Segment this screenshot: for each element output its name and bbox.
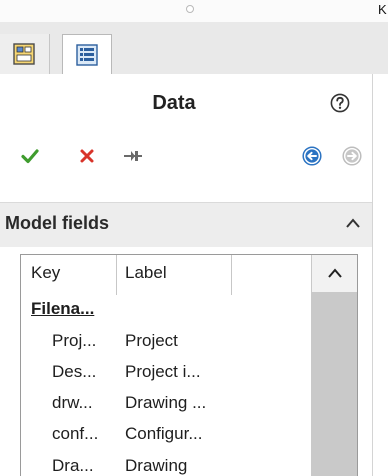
cell-label: Drawing bbox=[125, 456, 188, 475]
table-row[interactable]: drw... Drawing ... bbox=[21, 393, 311, 423]
table-row[interactable]: Des... Project i... bbox=[21, 362, 311, 392]
arrow-left-icon bbox=[302, 146, 322, 166]
panel-title: Data bbox=[152, 92, 196, 114]
arrow-right-icon bbox=[342, 146, 362, 166]
group-row[interactable]: Filena... bbox=[21, 299, 311, 329]
tab-properties[interactable] bbox=[0, 34, 50, 74]
table-row[interactable]: Proj... Project bbox=[21, 331, 311, 361]
cell-key: drw... bbox=[52, 393, 93, 412]
scroll-up-button[interactable] bbox=[311, 255, 357, 292]
panel-right-edge bbox=[372, 74, 388, 476]
properties-tab-icon bbox=[13, 43, 35, 65]
back-button[interactable] bbox=[302, 146, 324, 168]
model-fields-grid: Key Label Filena... Proj... Project Des.… bbox=[20, 254, 358, 476]
table-row[interactable]: Dra... Drawing bbox=[21, 456, 311, 476]
cell-label: Project i... bbox=[125, 362, 201, 381]
group-key: Filena... bbox=[31, 299, 95, 318]
close-icon bbox=[80, 149, 94, 163]
vertical-scrollbar[interactable] bbox=[311, 255, 357, 476]
cell-key: Proj... bbox=[52, 331, 97, 350]
ok-button[interactable] bbox=[20, 146, 42, 168]
tab-bar bbox=[0, 22, 388, 75]
grid-header: Key Label bbox=[21, 255, 311, 293]
cell-label: Project bbox=[125, 331, 178, 350]
section-title: Model fields bbox=[5, 213, 110, 233]
data-list-tab-icon bbox=[76, 44, 98, 66]
cell-label: Configur... bbox=[125, 424, 203, 443]
help-icon[interactable] bbox=[330, 93, 350, 113]
table-row[interactable]: conf... Configur... bbox=[21, 424, 311, 454]
column-divider[interactable] bbox=[231, 255, 232, 295]
tab-data[interactable] bbox=[62, 34, 112, 75]
splitter-grip-icon[interactable] bbox=[186, 5, 194, 13]
window-edge-glyph: K bbox=[378, 2, 387, 17]
cancel-button[interactable] bbox=[77, 146, 99, 168]
pin-button[interactable] bbox=[122, 146, 144, 168]
pin-icon bbox=[124, 151, 142, 161]
column-divider[interactable] bbox=[116, 255, 117, 295]
cell-key: Des... bbox=[52, 362, 97, 381]
chevron-up-icon bbox=[328, 268, 342, 278]
panel-splitter[interactable] bbox=[0, 0, 388, 22]
cell-key: conf... bbox=[52, 424, 99, 443]
column-header-label[interactable]: Label bbox=[125, 263, 167, 283]
cell-key: Dra... bbox=[52, 456, 94, 475]
checkmark-icon bbox=[21, 149, 39, 164]
forward-button[interactable] bbox=[342, 146, 364, 168]
column-header-key[interactable]: Key bbox=[31, 263, 60, 283]
chevron-up-icon[interactable] bbox=[345, 217, 361, 229]
cell-label: Drawing ... bbox=[125, 393, 207, 412]
